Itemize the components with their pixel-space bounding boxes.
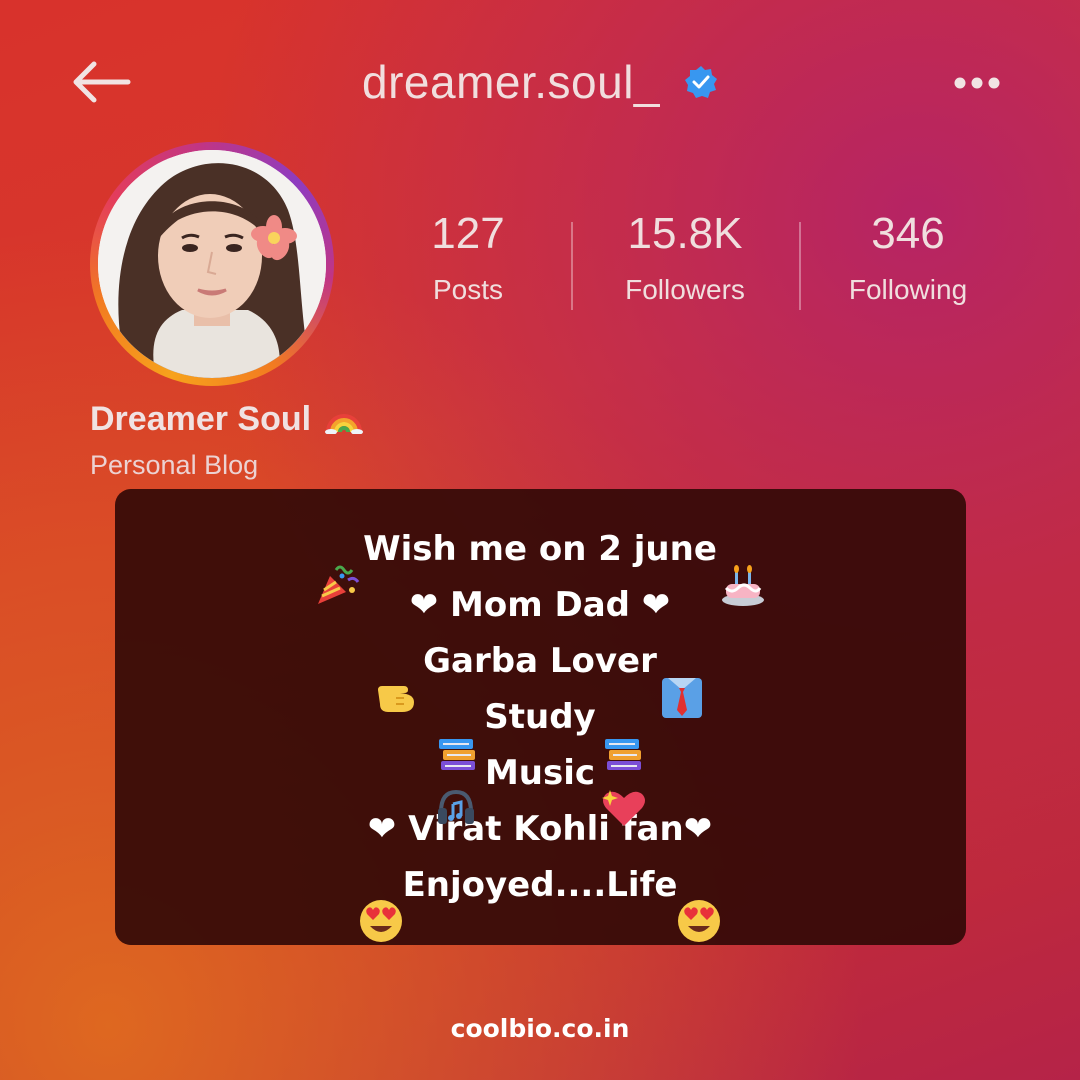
back-arrow-icon[interactable]: [68, 60, 132, 104]
stat-following[interactable]: 346 Following: [833, 208, 983, 320]
stats-divider: [571, 222, 573, 310]
shirt-tie-emoji-icon: [662, 678, 702, 718]
profile-display-name: Dreamer Soul: [90, 400, 364, 439]
followers-count: 15.8K: [627, 209, 743, 258]
birthday-cake-emoji-icon: [722, 565, 764, 606]
more-dots-icon[interactable]: [950, 68, 1006, 98]
followers-label: Followers: [625, 274, 745, 305]
username-title: dreamer.soul_: [362, 56, 660, 108]
bio-line-1: Wish me on 2 june: [363, 529, 717, 569]
posts-count: 127: [431, 209, 505, 258]
pointing-hand-emoji-icon: [378, 686, 414, 712]
footer-site-link[interactable]: coolbio.co.in: [0, 1014, 1080, 1043]
stats-divider: [799, 222, 801, 310]
bio-line-4: Study: [484, 697, 596, 737]
following-label: Following: [848, 274, 968, 305]
bio-line-7: Enjoyed....Life: [402, 865, 678, 905]
bio-line-6: ❤ Virat Kohli fan❤: [367, 809, 713, 849]
bio-line-5: Music: [484, 753, 596, 793]
stat-posts[interactable]: 127 Posts: [408, 208, 528, 320]
heart-eyes-emoji-icon: [360, 900, 402, 942]
following-count: 346: [871, 209, 945, 258]
bio-line-3: Garba Lover: [423, 641, 657, 681]
profile-stats: 127 Posts 15.8K Followers 346 Following: [0, 208, 1080, 318]
display-name-text: Dreamer Soul: [90, 400, 312, 438]
posts-label: Posts: [432, 274, 504, 305]
verified-badge-icon: [685, 66, 717, 98]
stat-followers[interactable]: 15.8K Followers: [605, 208, 765, 320]
rainbow-emoji-icon: [325, 413, 364, 434]
username-title-wrap: dreamer.soul_: [362, 50, 718, 114]
books-emoji-icon: [605, 739, 641, 770]
profile-header: dreamer.soul_: [0, 50, 1080, 114]
books-emoji-icon: [439, 739, 475, 770]
sparkling-heart-emoji-icon: [602, 790, 645, 826]
bio-line-2: ❤ Mom Dad ❤: [409, 585, 671, 625]
headphones-emoji-icon: [438, 789, 474, 824]
heart-eyes-emoji-icon: [678, 900, 720, 942]
profile-category: Personal Blog: [90, 450, 259, 480]
party-popper-emoji-icon: [318, 565, 360, 604]
